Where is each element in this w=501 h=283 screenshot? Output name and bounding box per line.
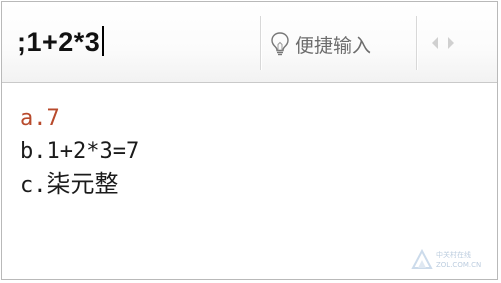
triangle-right-icon[interactable] (446, 36, 456, 50)
watermark-line2: ZOL.COM.CN (436, 261, 482, 269)
composition-value: ;1+2*3 (17, 27, 101, 57)
candidate-text: 7 (46, 106, 60, 131)
candidate-item-a[interactable]: a.7 (20, 102, 139, 135)
ime-input-bar: ;1+2*3 便捷输入 (2, 2, 497, 83)
composition-text[interactable]: ;1+2*3 (17, 24, 105, 60)
ime-candidate-window: ;1+2*3 便捷输入 a.7 b.1+2*3=7 c.柒元整 (1, 1, 498, 280)
page-nav (430, 36, 456, 50)
toolbar-divider (260, 16, 261, 70)
candidate-text: 柒元整 (46, 170, 119, 198)
candidate-list: a.7 b.1+2*3=7 c.柒元整 (20, 102, 139, 201)
candidate-key: b. (20, 139, 47, 164)
triangle-left-icon[interactable] (430, 36, 440, 50)
candidate-key: a. (20, 106, 47, 131)
candidate-text: 1+2*3=7 (46, 139, 140, 164)
candidate-item-c[interactable]: c.柒元整 (20, 168, 139, 201)
watermark: 中关村在线 ZOL.COM.CN (410, 248, 490, 274)
quick-input-label: 便捷输入 (295, 34, 372, 57)
candidate-item-b[interactable]: b.1+2*3=7 (20, 135, 139, 168)
watermark-line1: 中关村在线 (436, 251, 471, 259)
text-caret (102, 26, 105, 56)
zol-logo-icon (411, 248, 433, 269)
candidate-key: c. (20, 173, 47, 198)
toolbar-divider (416, 16, 417, 70)
quick-input-button[interactable]: 便捷输入 (270, 28, 371, 60)
lightbulb-icon (271, 32, 289, 56)
